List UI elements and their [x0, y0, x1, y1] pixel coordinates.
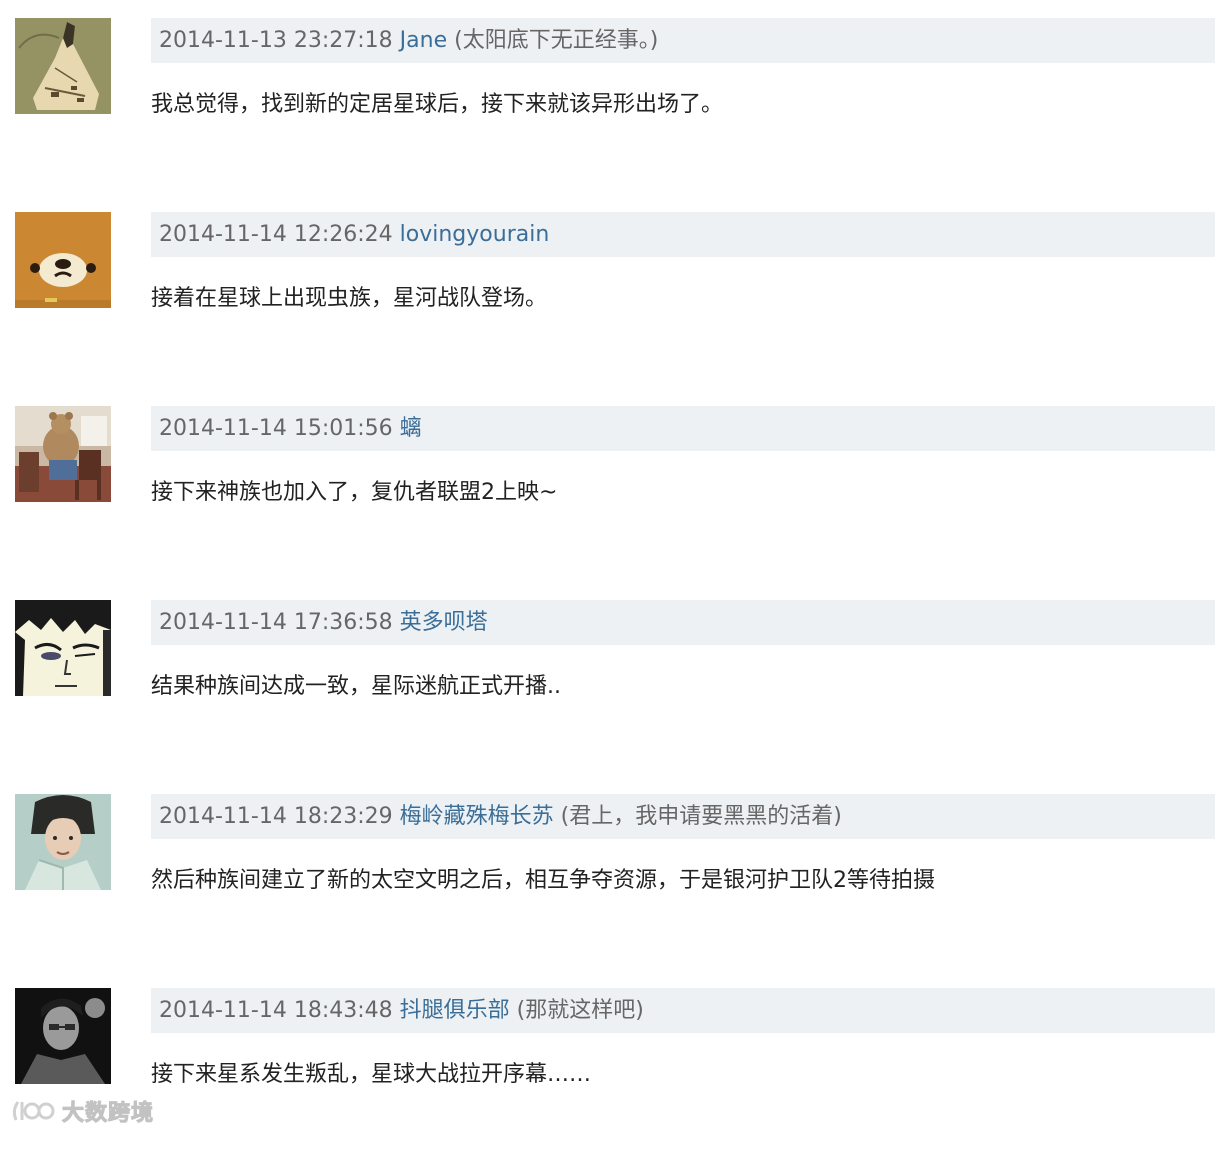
comment-timestamp: 2014-11-14 12:26:24 [159, 222, 393, 247]
comment-meta-bar: 2014-11-14 18:23:29 梅岭藏殊梅长苏 (君上，我申请要黑黑的活… [151, 794, 1215, 839]
comment-meta-bar: 2014-11-14 12:26:24 lovingyourain [151, 212, 1215, 257]
map-illustration-icon [15, 18, 111, 114]
comment-author-signature: (君上，我申请要黑黑的活着) [560, 804, 842, 829]
comment-text: 我总觉得，找到新的定居星球后，接下来就该异形出场了。 [151, 92, 724, 117]
user-avatar[interactable] [15, 794, 111, 890]
user-avatar[interactable] [15, 18, 111, 114]
comment-item: 2014-11-13 23:27:18 Jane (太阳底下无正经事。) 我总觉… [0, 0, 1232, 194]
comment-author-signature: (那就这样吧) [516, 998, 644, 1023]
user-avatar[interactable] [15, 988, 111, 1084]
comment-text: 接着在星球上出现虫族，星河战队登场。 [151, 286, 548, 311]
comment-item: 2014-11-14 17:36:58 英多呗塔 结果种族间达成一致，星际迷航正… [0, 582, 1232, 776]
comment-item: 2014-11-14 18:43:48 抖腿俱乐部 (那就这样吧) 接下来星系发… [0, 970, 1232, 1164]
user-avatar[interactable] [15, 600, 111, 696]
comment-timestamp: 2014-11-14 18:43:48 [159, 998, 393, 1023]
comment-timestamp: 2014-11-14 17:36:58 [159, 610, 393, 635]
comment-author-signature: (太阳底下无正经事。) [454, 28, 659, 53]
comment-author-link[interactable]: 抖腿俱乐部 [400, 998, 510, 1023]
bear-face-icon [15, 212, 111, 308]
comment-meta-bar: 2014-11-14 18:43:48 抖腿俱乐部 (那就这样吧) [151, 988, 1215, 1033]
anime-face-icon [15, 600, 111, 696]
comment-text: 结果种族间达成一致，星际迷航正式开播.. [151, 674, 561, 699]
comment-text: 接下来神族也加入了，复仇者联盟2上映~ [151, 480, 558, 505]
comment-author-link[interactable]: Jane [400, 28, 447, 53]
comment-meta-bar: 2014-11-13 23:27:18 Jane (太阳底下无正经事。) [151, 18, 1215, 63]
user-avatar[interactable] [15, 406, 111, 502]
comment-author-link[interactable]: lovingyourain [400, 222, 550, 247]
portrait-photo-icon [15, 794, 111, 890]
user-avatar[interactable] [15, 212, 111, 308]
watermark-logo-icon [10, 1096, 56, 1126]
comment-timestamp: 2014-11-14 18:23:29 [159, 804, 393, 829]
comment-author-link[interactable]: 英多呗塔 [400, 610, 488, 635]
comment-meta-bar: 2014-11-14 15:01:56 螭 [151, 406, 1215, 451]
comment-author-link[interactable]: 梅岭藏殊梅长苏 [400, 804, 554, 829]
comment-item: 2014-11-14 15:01:56 螭 接下来神族也加入了，复仇者联盟2上映… [0, 388, 1232, 582]
comment-author-link[interactable]: 螭 [400, 416, 422, 441]
watermark-text: 大数跨境 [61, 1101, 155, 1127]
watermark: 大数跨境 [10, 1094, 154, 1128]
comment-timestamp: 2014-11-13 23:27:18 [159, 28, 393, 53]
comment-timestamp: 2014-11-14 15:01:56 [159, 416, 393, 441]
comment-text: 然后种族间建立了新的太空文明之后，相互争夺资源，于是银河护卫队2等待拍摄 [151, 868, 935, 893]
comment-item: 2014-11-14 12:26:24 lovingyourain 接着在星球上… [0, 194, 1232, 388]
comment-meta-bar: 2014-11-14 17:36:58 英多呗塔 [151, 600, 1215, 645]
comment-text: 接下来星系发生叛乱，星球大战拉开序幕…… [151, 1062, 592, 1087]
bw-portrait-photo-icon [15, 988, 111, 1084]
teddy-bear-photo-icon [15, 406, 111, 502]
comment-item: 2014-11-14 18:23:29 梅岭藏殊梅长苏 (君上，我申请要黑黑的活… [0, 776, 1232, 970]
